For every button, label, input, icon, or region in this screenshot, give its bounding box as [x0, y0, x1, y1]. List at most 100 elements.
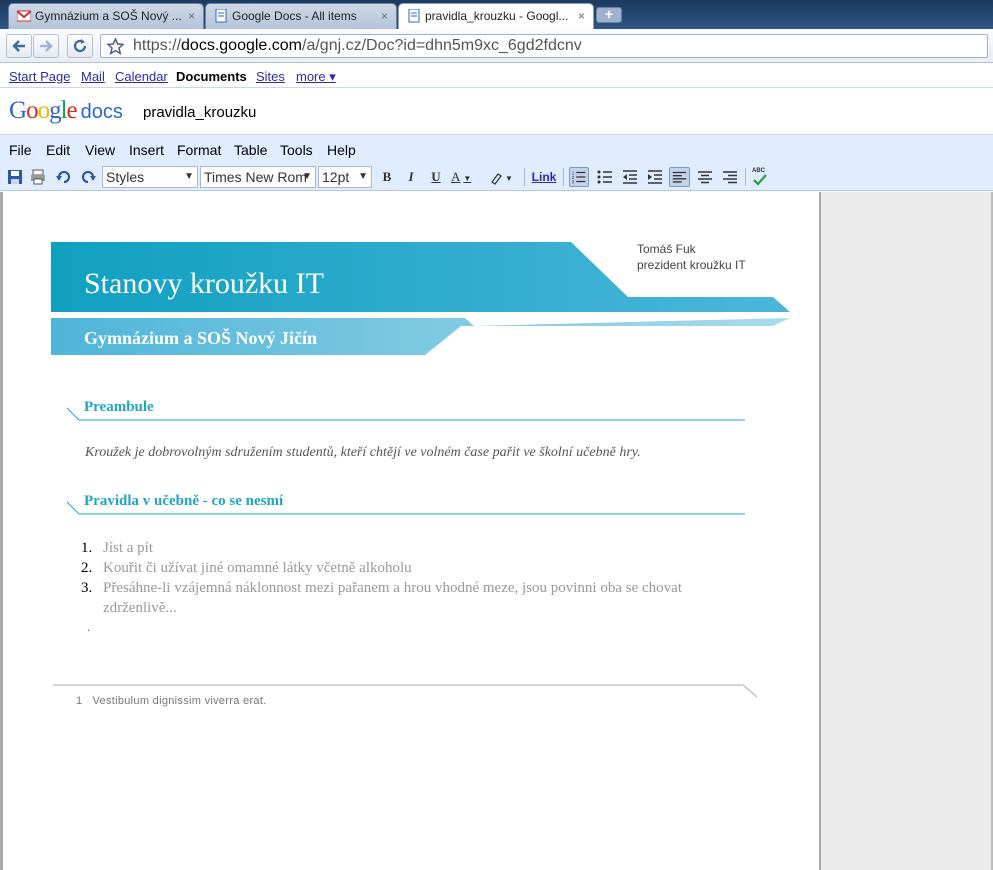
italic-button[interactable]: I	[402, 168, 420, 186]
menu-help[interactable]: Help	[327, 142, 356, 158]
footnote-number: 1	[76, 695, 83, 707]
list-number: 1.	[81, 540, 93, 556]
bold-button[interactable]: B	[378, 168, 396, 186]
rules-list: 1. Jíst a pít 2. Kouřit či užívat jiné oma…	[81, 538, 721, 618]
footnote: 1 Vestibulum dignissim viverra erat.	[76, 695, 267, 707]
link-more[interactable]: more ▾	[296, 69, 336, 85]
close-tab-icon[interactable]: ×	[381, 4, 388, 28]
tab-title: pravidla_krouzku - Googl...	[425, 9, 569, 23]
close-tab-icon[interactable]: ×	[578, 4, 585, 28]
back-button[interactable]	[6, 34, 32, 58]
menu-view[interactable]: View	[85, 142, 115, 158]
link-documents-current: Documents	[176, 69, 247, 84]
highlight-color-button[interactable]: ▼	[489, 168, 519, 186]
google-docs-logo[interactable]: Google docs	[9, 97, 123, 125]
menu-table[interactable]: Table	[234, 142, 267, 158]
tab-docs-all[interactable]: Google Docs - All items ×	[205, 3, 397, 29]
document-page[interactable]: Tomáš Fuk prezident kroužku IT Stanovy k…	[3, 192, 819, 870]
section-heading-preambule: Preambule	[84, 399, 154, 415]
gmail-icon	[17, 10, 31, 22]
forward-button[interactable]	[33, 34, 59, 58]
preamble-paragraph: Kroužek je dobrovolným sdružením student…	[85, 445, 641, 460]
menu-file[interactable]: File	[9, 142, 32, 158]
footnote-text: Vestibulum dignissim viverra erat.	[92, 695, 267, 707]
svg-text:3: 3	[572, 179, 575, 184]
print-icon[interactable]	[29, 168, 47, 186]
tab-pravidla[interactable]: pravidla_krouzku - Googl... ×	[398, 3, 594, 30]
text-color-glyph: A	[451, 169, 461, 184]
toolbar-separator	[524, 168, 525, 186]
url-scheme: https://	[133, 37, 182, 54]
styles-select[interactable]: Styles ▼	[102, 166, 198, 188]
bullet-list-icon[interactable]	[596, 168, 614, 186]
docs-icon	[215, 9, 227, 23]
back-arrow-icon	[12, 40, 25, 52]
spellcheck-icon	[753, 174, 767, 186]
list-item: 1. Jíst a pít	[81, 538, 721, 558]
link-button[interactable]: Link	[530, 168, 558, 186]
text-color-button[interactable]: A ▼	[451, 168, 481, 186]
section-heading-rules: Pravidla v učebně - co se nesmí	[84, 493, 284, 509]
author-name: Tomáš Fuk	[637, 242, 696, 256]
dropdown-arrow-icon: ▼	[358, 171, 368, 182]
docs-icon	[408, 9, 420, 23]
styles-value: Styles	[106, 169, 145, 185]
align-right-icon[interactable]	[721, 168, 739, 186]
font-size-select[interactable]: 12pt ▼	[318, 166, 372, 188]
url-text: https://docs.google.com/a/gnj.cz/Doc?id=…	[133, 37, 582, 55]
list-item: 2. Kouřit či užívat jiné omamné látky vče…	[81, 558, 721, 578]
document-subheading: Gymnázium a SOŠ Nový Jičín	[84, 328, 318, 348]
menu-bar: File Edit View Insert Format Table Tools…	[0, 135, 993, 163]
toolbar-separator	[563, 168, 564, 186]
url-path: /a/gnj.cz/Doc?id=dhn5m9xc_6gd2fdcnv	[302, 37, 582, 54]
underline-button[interactable]: U	[427, 168, 445, 186]
address-bar[interactable]: https://docs.google.com/a/gnj.cz/Doc?id=…	[100, 34, 988, 58]
list-number: 2.	[81, 560, 93, 576]
link-calendar[interactable]: Calendar	[115, 69, 168, 84]
document-title[interactable]: pravidla_krouzku	[143, 104, 256, 121]
docs-wordmark: docs	[80, 101, 123, 123]
google-bar: Start Page Mail Calendar Documents Sites…	[0, 64, 993, 88]
link-sites[interactable]: Sites	[256, 69, 285, 84]
menu-format[interactable]: Format	[177, 142, 221, 158]
decrease-indent-icon[interactable]	[621, 168, 639, 186]
document-heading: Stanovy kroužku IT	[84, 267, 324, 300]
reload-icon	[73, 39, 87, 53]
align-left-icon[interactable]	[669, 167, 690, 187]
empty-paragraph-marker: .	[87, 620, 91, 634]
forward-arrow-icon	[40, 40, 53, 52]
highlighter-icon	[491, 172, 502, 185]
font-size-value: 12pt	[322, 169, 350, 185]
numbered-list-icon[interactable]: 123	[569, 167, 589, 187]
dropdown-arrow-icon: ▼	[463, 174, 472, 183]
font-value: Times New Rom	[204, 169, 307, 185]
menu-tools[interactable]: Tools	[280, 142, 313, 158]
undo-icon[interactable]	[55, 168, 73, 186]
menu-insert[interactable]: Insert	[129, 142, 164, 158]
toolbar-separator	[745, 168, 746, 186]
new-tab-button[interactable]: +	[596, 7, 622, 23]
navigation-bar: https://docs.google.com/a/gnj.cz/Doc?id=…	[0, 29, 993, 63]
redo-icon[interactable]	[79, 168, 97, 186]
align-center-icon[interactable]	[696, 168, 714, 186]
link-start-page[interactable]: Start Page	[9, 69, 70, 84]
author-block: Tomáš Fuk prezident kroužku IT	[637, 241, 746, 273]
tab-title: Gymnázium a SOŠ Nový ...	[35, 9, 182, 23]
link-mail[interactable]: Mail	[81, 69, 105, 84]
font-select[interactable]: Times New Rom ▼	[200, 166, 316, 188]
close-tab-icon[interactable]: ×	[188, 4, 195, 28]
save-icon[interactable]	[6, 168, 24, 186]
bookmark-star-icon[interactable]	[107, 38, 124, 55]
tab-title: Google Docs - All items	[232, 9, 357, 23]
reload-button[interactable]	[67, 34, 93, 58]
tab-strip: Gymnázium a SOŠ Nový ... × Google Docs -…	[0, 0, 993, 30]
list-item-text: Přesáhne-li vzájemná náklonnost mezi pař…	[103, 580, 682, 616]
list-number: 3.	[81, 580, 93, 596]
author-role: prezident kroužku IT	[637, 258, 746, 272]
list-item: 3. Přesáhne-li vzájemná náklonnost mezi p…	[81, 578, 721, 618]
increase-indent-icon[interactable]	[646, 168, 664, 186]
docs-header: Google docs pravidla_krouzku	[0, 89, 993, 135]
spellcheck-button[interactable]: ABC	[751, 168, 771, 186]
tab-gmail[interactable]: Gymnázium a SOŠ Nový ... ×	[8, 3, 204, 29]
menu-edit[interactable]: Edit	[46, 142, 70, 158]
